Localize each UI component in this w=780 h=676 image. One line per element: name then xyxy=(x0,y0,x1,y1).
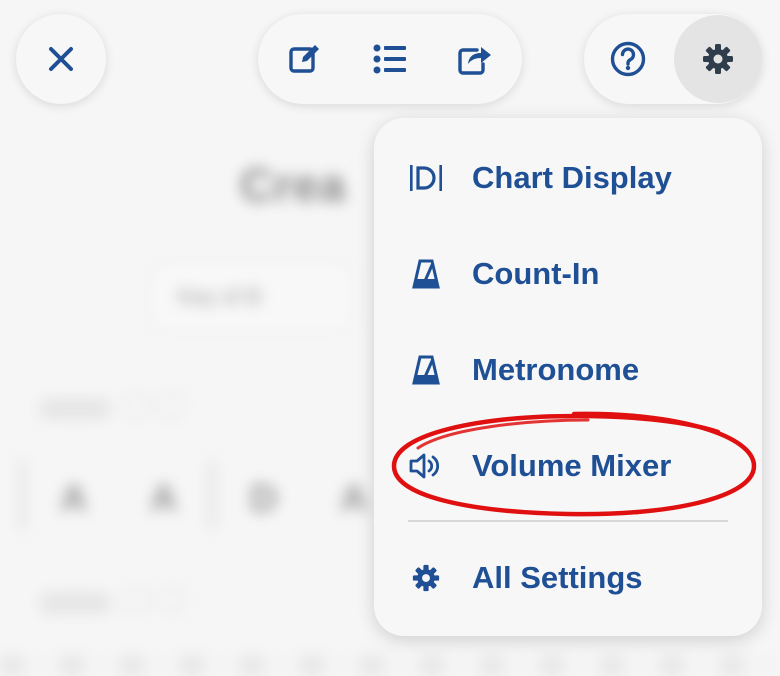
gear-icon xyxy=(703,44,733,74)
share-icon xyxy=(458,47,492,75)
list-button[interactable] xyxy=(348,17,432,101)
menu-item-label: Metronome xyxy=(472,352,640,387)
center-toolbar xyxy=(258,14,522,104)
right-toolbar xyxy=(584,14,762,104)
menu-item-label: All Settings xyxy=(472,560,643,595)
blurred-bottom-strip xyxy=(0,655,780,676)
app-screen: Crea Key of B A A D A Chart Display Coun… xyxy=(0,0,780,676)
blurred-measure-row: A A D A xyxy=(20,460,400,540)
blurred-key-selector: Key of B xyxy=(150,262,354,332)
gear-icon xyxy=(404,556,448,600)
blurred-section-row-2 xyxy=(40,586,240,616)
close-button[interactable] xyxy=(16,14,106,104)
settings-button[interactable] xyxy=(674,15,762,103)
speaker-icon xyxy=(404,444,448,488)
menu-item-metronome[interactable]: Metronome xyxy=(374,338,762,402)
menu-item-volume-mixer[interactable]: Volume Mixer xyxy=(374,434,762,498)
help-icon xyxy=(610,41,646,77)
menu-item-chart-display[interactable]: Chart Display xyxy=(374,146,762,210)
metronome-icon xyxy=(404,348,448,392)
blurred-section-row xyxy=(40,392,240,422)
chart-display-icon xyxy=(404,156,448,200)
settings-menu: Chart Display Count-In Metronome Volume … xyxy=(374,118,762,636)
blurred-song-title: Crea xyxy=(240,159,347,211)
edit-button[interactable] xyxy=(263,17,347,101)
menu-item-all-settings[interactable]: All Settings xyxy=(374,546,762,610)
blurred-key-text: Key of B xyxy=(178,284,262,309)
menu-divider xyxy=(408,520,728,522)
edit-icon xyxy=(288,45,319,73)
menu-item-count-in[interactable]: Count-In xyxy=(374,242,762,306)
menu-item-label: Volume Mixer xyxy=(472,448,672,483)
menu-item-label: Count-In xyxy=(472,256,600,291)
help-button[interactable] xyxy=(584,15,672,103)
list-icon xyxy=(373,44,406,74)
metronome-icon xyxy=(404,252,448,296)
menu-item-label: Chart Display xyxy=(472,160,672,195)
close-icon xyxy=(49,47,73,71)
share-button[interactable] xyxy=(433,17,517,101)
